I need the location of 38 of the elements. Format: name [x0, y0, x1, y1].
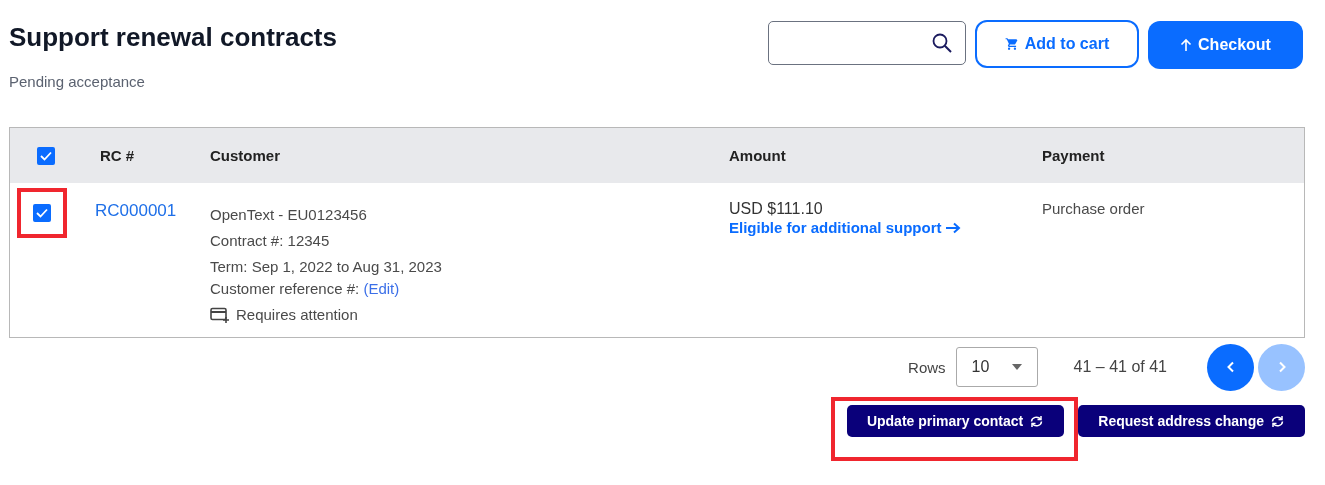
rows-dropdown[interactable]: 10	[955, 347, 1038, 387]
amount-value: USD $111.10	[729, 200, 824, 218]
column-header: RC #	[100, 147, 135, 164]
customer-detail: Term: Sep 1, 2022 to Aug 31, 2023	[210, 257, 443, 277]
cart-icon	[1004, 37, 1019, 51]
column-header: Customer	[210, 147, 280, 164]
refresh-icon	[1270, 414, 1285, 428]
support-link[interactable]: Eligible for additional support	[729, 219, 961, 236]
reference-label: Customer reference #:	[210, 280, 360, 297]
refresh-icon	[1029, 414, 1045, 428]
caret-icon	[1011, 364, 1022, 370]
column-header: Payment	[1042, 147, 1105, 164]
select-all-checkbox[interactable]	[36, 146, 55, 165]
rows-label: Rows	[908, 358, 946, 376]
checkmark-icon	[36, 208, 48, 218]
action-button[interactable]: Request address change	[1078, 405, 1305, 437]
search-icon	[931, 32, 953, 54]
edit-link[interactable]: (Edit)	[363, 280, 400, 297]
payment-method: Purchase order	[1042, 200, 1145, 217]
checkmark-icon	[39, 150, 52, 161]
row-checkbox[interactable]	[33, 204, 51, 222]
page-subtitle: Pending acceptance	[9, 73, 146, 90]
add-to-cart-button[interactable]: Add to cart	[975, 20, 1139, 68]
column-header: Amount	[729, 147, 786, 164]
search-field[interactable]	[768, 21, 966, 65]
contract-link[interactable]: RC000001	[95, 201, 177, 221]
customer-detail: Contract #: 12345	[210, 231, 331, 251]
previous-page-button[interactable]	[1207, 343, 1254, 391]
chevron-left-icon	[1225, 361, 1236, 373]
action-button[interactable]: Update primary contact	[846, 405, 1065, 437]
checkout-button[interactable]: Checkout	[1148, 21, 1303, 69]
arrow-right-icon	[944, 221, 961, 234]
page-title: Support renewal contracts	[9, 22, 337, 53]
arrow-up-icon	[1180, 38, 1193, 52]
customer-detail: OpenText - EU0123456	[210, 205, 368, 225]
attention-status: Requires attention	[236, 306, 358, 324]
page-range: 41 – 41 of 41	[1073, 358, 1167, 376]
card-plus-icon	[210, 307, 230, 323]
